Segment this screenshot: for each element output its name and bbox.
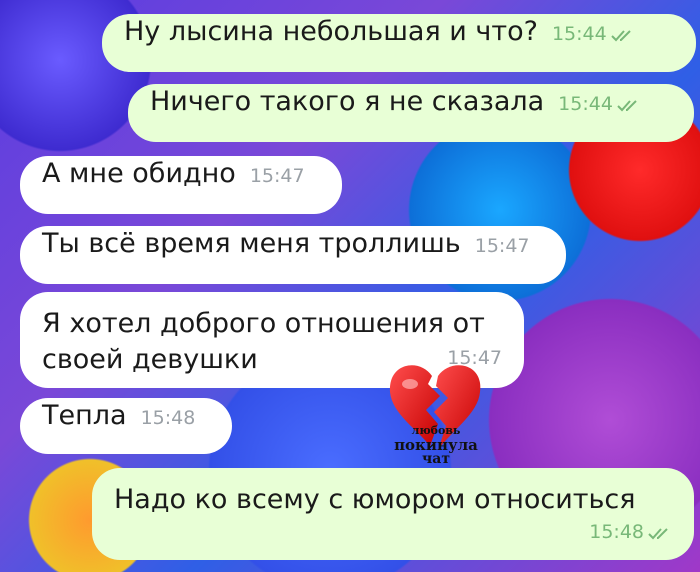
sticker-caption: любовь покинула чат <box>394 424 478 467</box>
message-text: Ну лысина небольшая и что? <box>124 16 538 47</box>
message-bubble-incoming[interactable]: Ты всё время меня троллишь 15:47 <box>20 226 566 284</box>
message-bubble-incoming[interactable]: Тепла 15:48 <box>20 398 232 454</box>
message-bubble-outgoing[interactable]: Ну лысина небольшая и что? 15:44 <box>102 14 696 72</box>
message-bubble-outgoing[interactable]: Ничего такого я не сказала 15:44 <box>128 84 694 142</box>
chat-background: Ну лысина небольшая и что? 15:44 Ничего … <box>0 0 700 572</box>
message-bubble-incoming[interactable]: А мне обидно 15:47 <box>20 156 342 214</box>
message-time: 15:47 <box>474 235 530 257</box>
message-time: 15:47 <box>249 165 305 187</box>
message-time: 15:44 <box>552 16 635 52</box>
double-check-icon <box>648 527 668 539</box>
message-time: 15:44 <box>558 86 641 122</box>
message-text: Тепла <box>42 400 127 431</box>
message-text: А мне обидно <box>42 158 236 189</box>
double-check-icon <box>617 99 637 111</box>
message-time: 15:48 <box>589 514 672 550</box>
double-check-icon <box>611 29 631 41</box>
message-text: Ты всё время меня троллишь <box>42 228 461 259</box>
message-time: 15:48 <box>140 407 196 429</box>
message-text: Надо ко всему с юмором относиться <box>114 484 636 515</box>
message-bubble-outgoing[interactable]: Надо ко всему с юмором относиться 15:48 <box>92 468 694 560</box>
message-text: Ничего такого я не сказала <box>150 86 545 117</box>
